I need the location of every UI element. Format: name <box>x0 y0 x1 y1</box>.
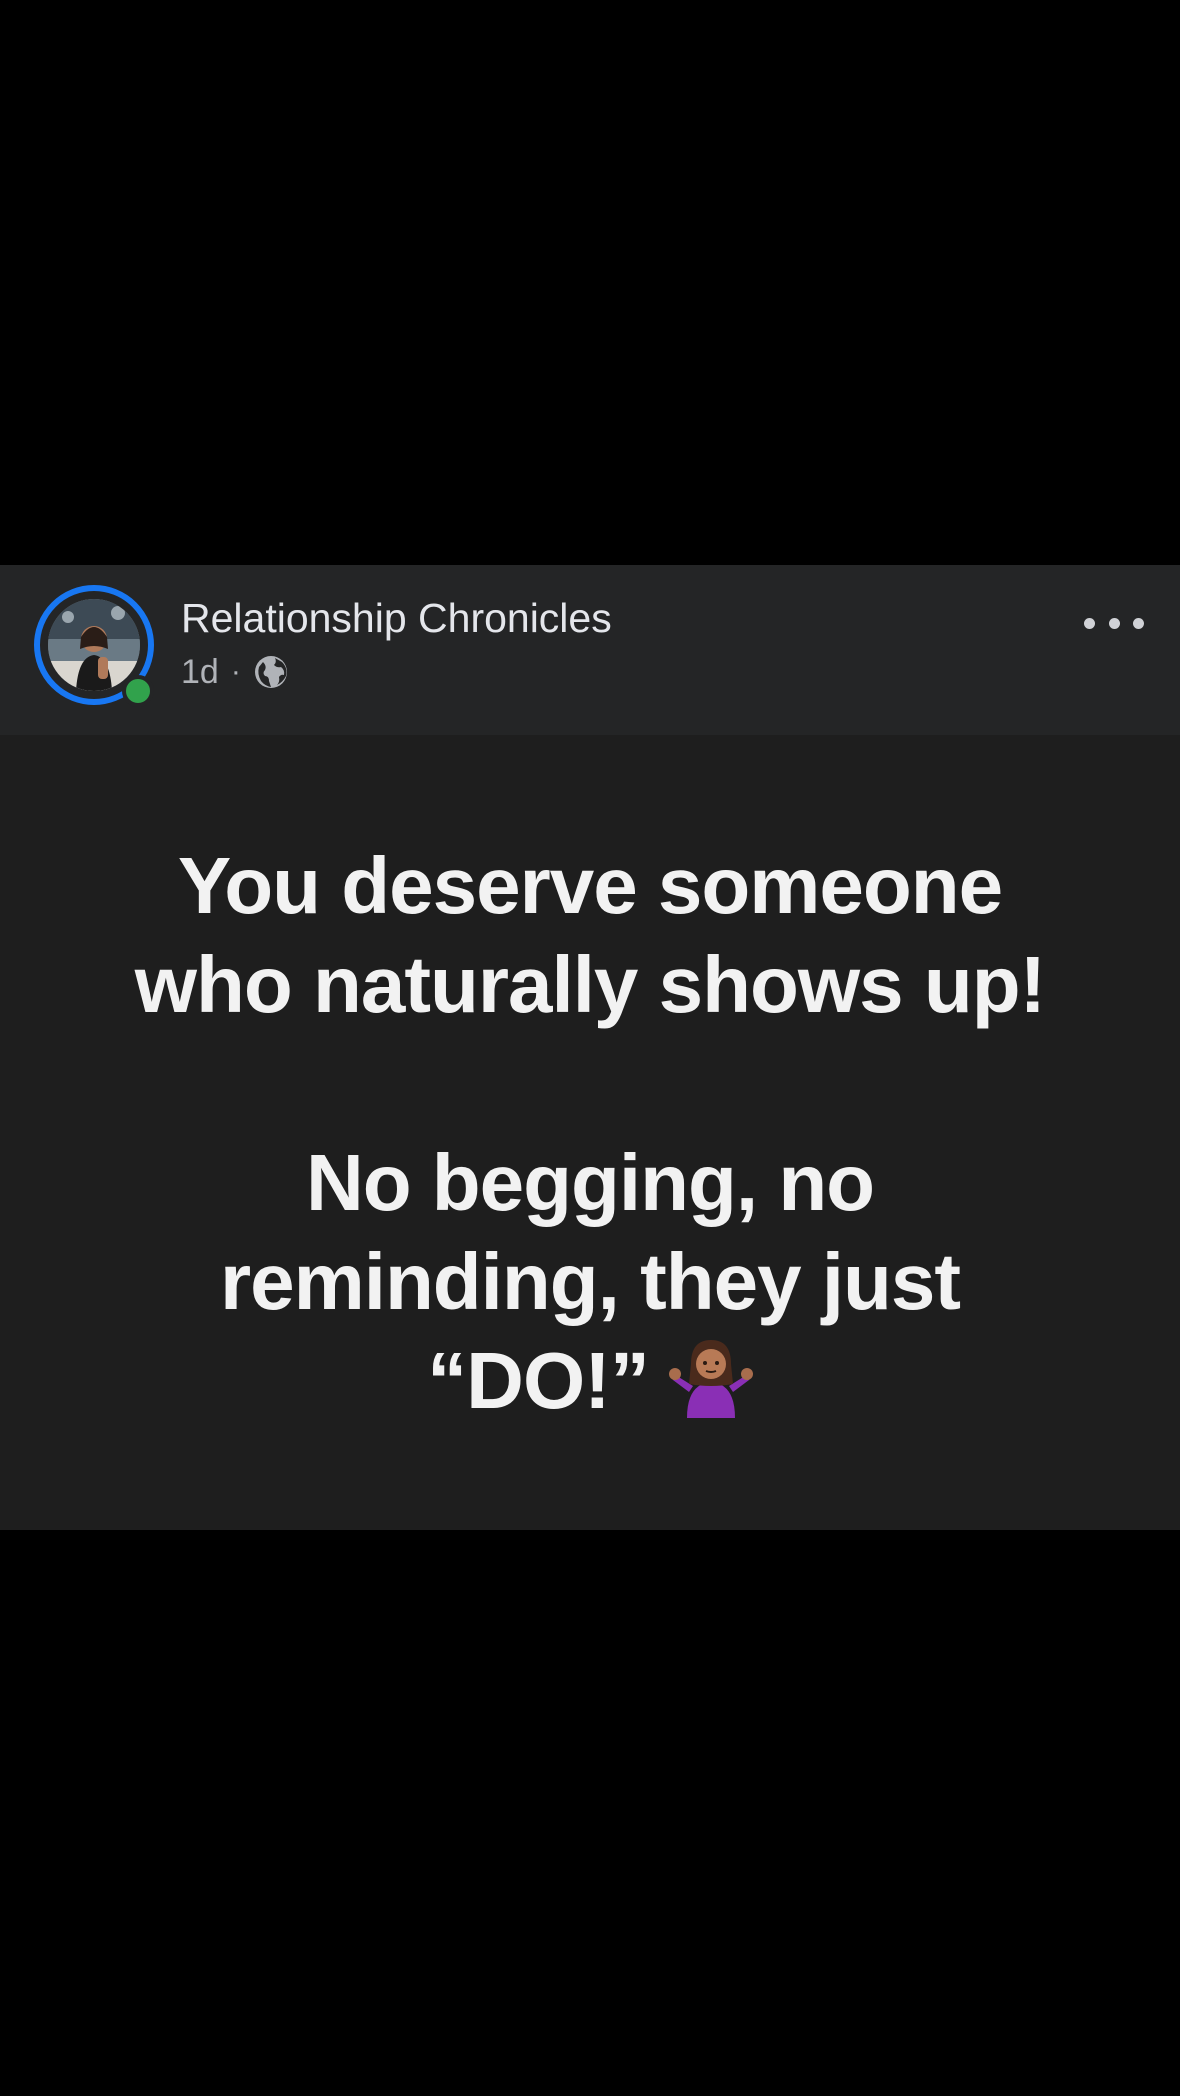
more-options-button[interactable] <box>1084 605 1144 641</box>
post-text-line: You deserve someone <box>177 840 1003 930</box>
post-text-last-line: “DO!” <box>427 1331 753 1430</box>
meta-separator: · <box>230 655 241 688</box>
more-horizontal-icon-dot <box>1084 617 1095 629</box>
more-horizontal-icon-dot <box>1108 617 1120 629</box>
post-time[interactable]: 1d <box>181 653 219 692</box>
online-status-dot <box>122 675 154 707</box>
more-horizontal-icon-dot <box>1133 617 1144 629</box>
post-text-background: You deserve someone who naturally shows … <box>0 735 1180 1530</box>
person-shrugging-emoji-icon <box>668 1334 753 1418</box>
post-text-line: who naturally shows up! <box>134 939 1046 1029</box>
post-card: Relationship Chronicles 1d · You deserve… <box>0 565 1180 1530</box>
author-name[interactable]: Relationship Chronicles <box>181 595 612 642</box>
post-text-line: reminding, they just <box>219 1236 961 1326</box>
post-meta: 1d · <box>181 650 289 694</box>
post-text-line: No begging, no <box>305 1137 875 1227</box>
globe-icon <box>253 654 289 690</box>
profile-photo <box>48 599 140 691</box>
post-header: Relationship Chronicles 1d · <box>0 565 1180 735</box>
post-text-do: “DO!” <box>427 1335 650 1425</box>
author-avatar[interactable] <box>34 585 154 707</box>
